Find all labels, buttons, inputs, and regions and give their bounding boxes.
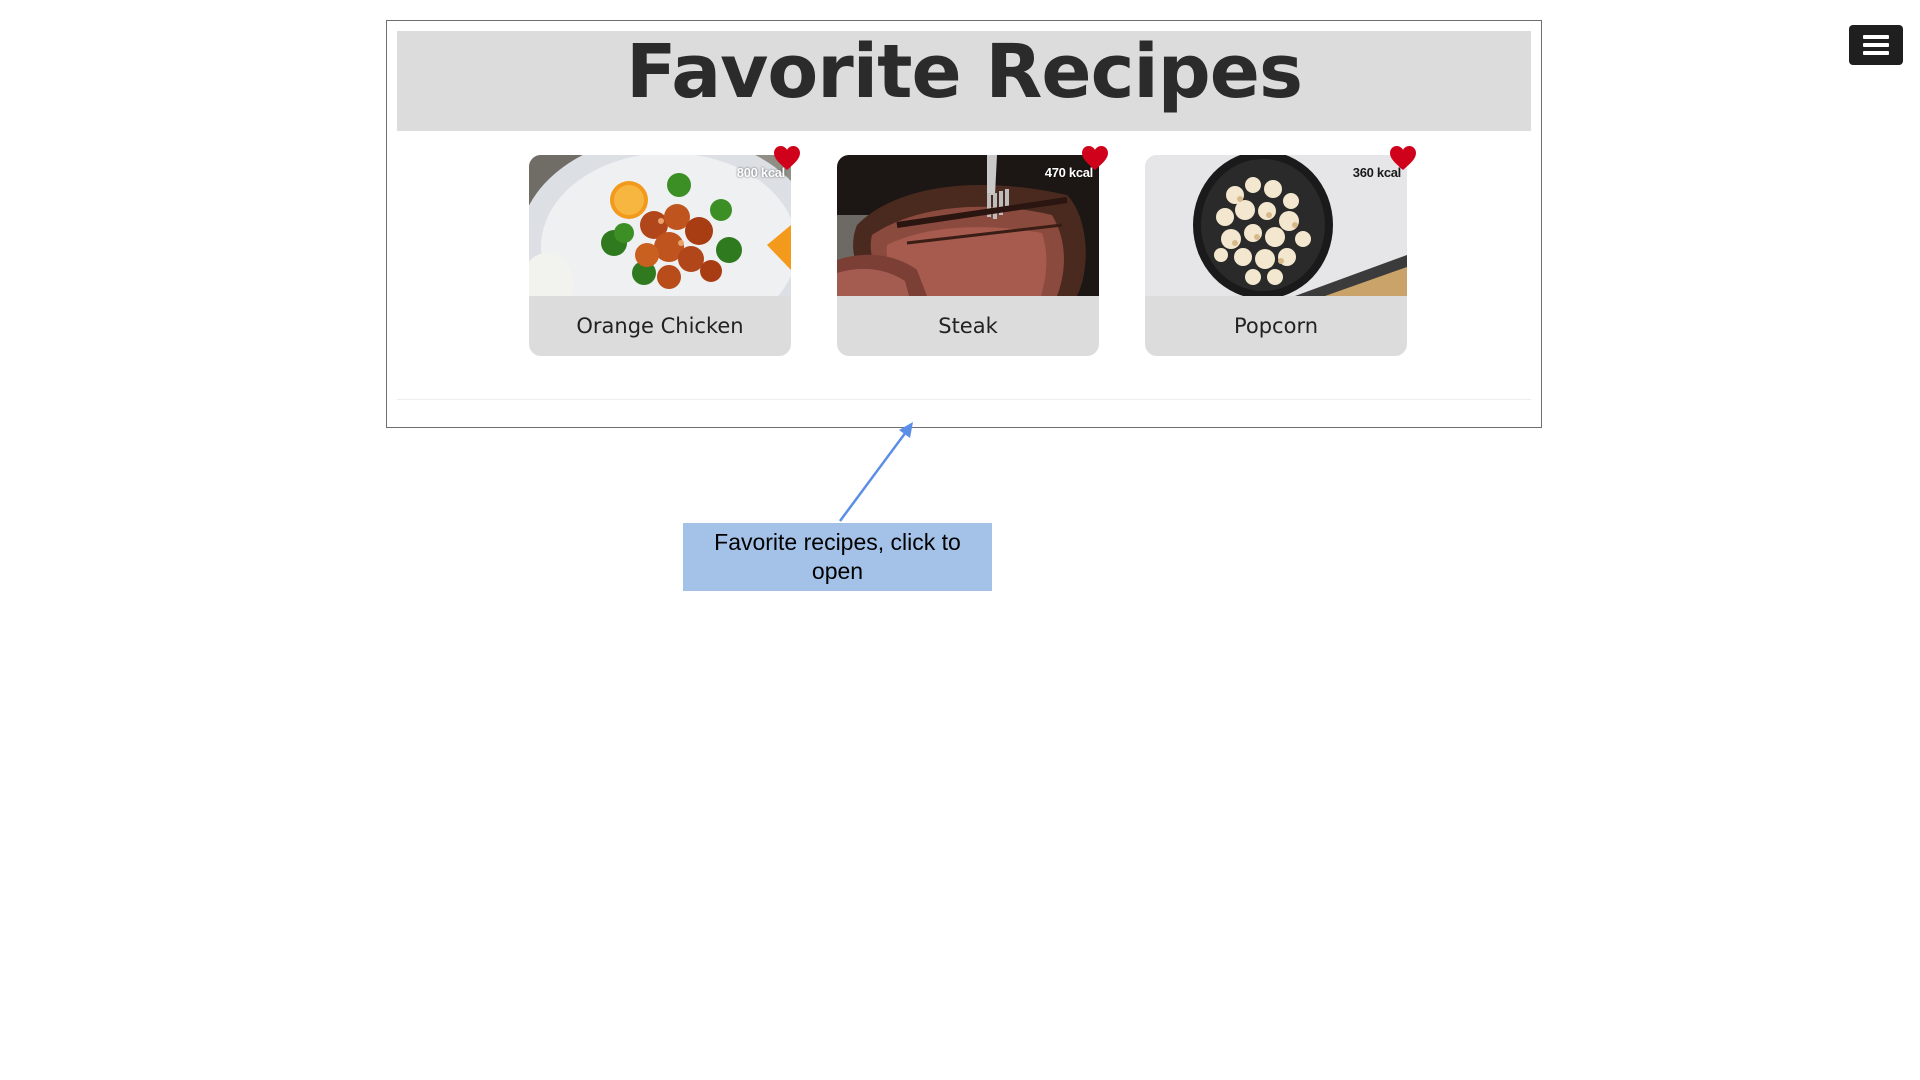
recipes-panel: Favorite Recipes 800 kcal Orange Chicken…: [386, 20, 1542, 428]
title-bar: Favorite Recipes: [397, 31, 1531, 131]
heart-icon[interactable]: [1389, 145, 1417, 171]
recipe-card-steak[interactable]: 470 kcal Steak: [837, 146, 1108, 356]
menu-button[interactable]: [1849, 25, 1903, 65]
heart-icon[interactable]: [1081, 145, 1109, 171]
recipe-card-list: 800 kcal Orange Chicken 470 kcal Steak 3…: [387, 146, 1541, 357]
recipe-card-popcorn[interactable]: 360 kcal Popcorn: [1145, 146, 1416, 356]
recipe-card-orange-chicken[interactable]: 800 kcal Orange Chicken: [529, 146, 800, 356]
hamburger-menu-icon: [1863, 35, 1889, 55]
page-title: Favorite Recipes: [625, 29, 1303, 115]
recipe-name: Steak: [938, 314, 998, 338]
divider: [397, 399, 1531, 400]
heart-icon[interactable]: [773, 145, 801, 171]
recipe-name: Popcorn: [1233, 314, 1319, 338]
recipe-name: Orange Chicken: [576, 314, 744, 338]
page: Favorite Recipes 800 kcal Orange Chicken…: [0, 0, 1920, 1080]
annotation-callout: Favorite recipes, click to open: [683, 523, 992, 591]
